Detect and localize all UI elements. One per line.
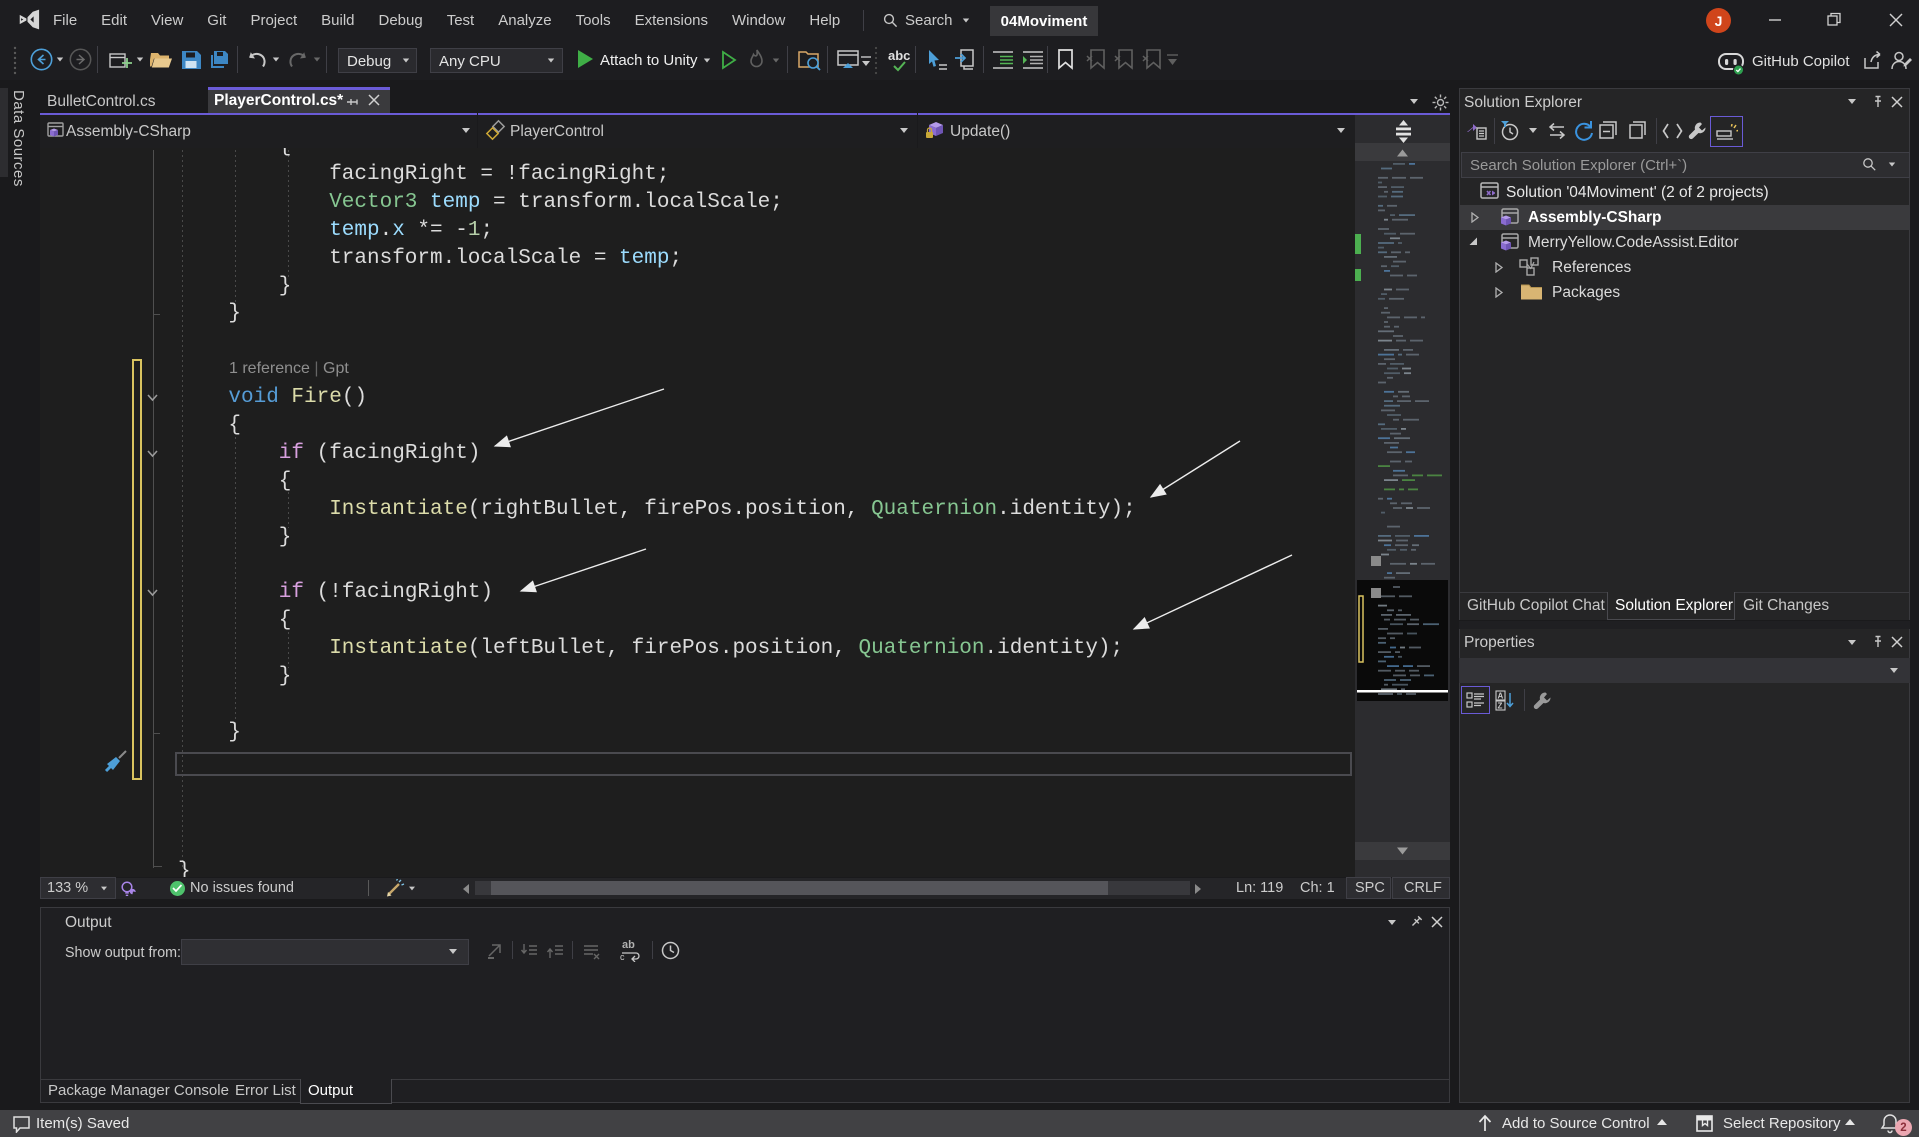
svg-text:c: c [620,952,625,962]
svg-text:A: A [1498,692,1504,701]
svg-text:Z: Z [1498,702,1503,711]
